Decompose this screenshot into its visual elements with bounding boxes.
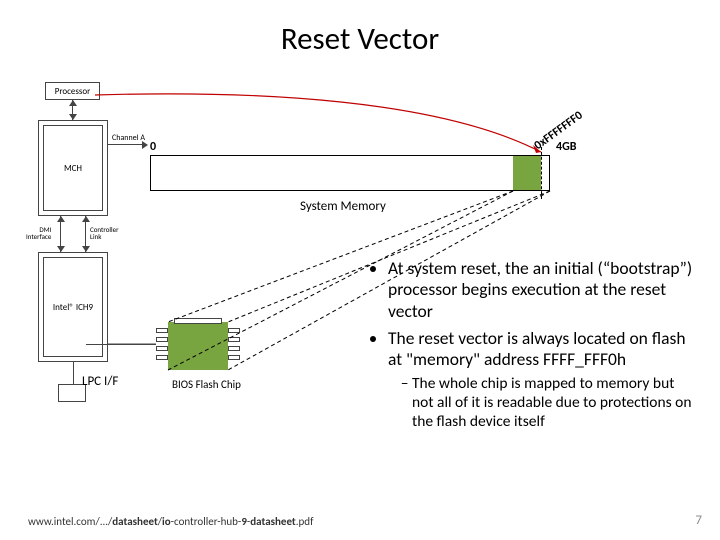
slide: Reset Vector Processor MCH Channel A DMI… (0, 0, 720, 540)
bios-chip-label: BIOS Flash Chip (172, 378, 241, 391)
page-number: 7 (695, 513, 702, 528)
slide-title: Reset Vector (0, 20, 720, 58)
reset-vector-tick (541, 147, 542, 199)
bios-flash-chip (168, 322, 228, 370)
ich9-box: Intel® ICH9 (38, 252, 108, 362)
mem-max-label: 4GB (556, 140, 576, 154)
bullet-2a: The whole chip is mapped to memory but n… (412, 375, 694, 432)
arrow-up (82, 216, 90, 222)
memory-bar (150, 155, 550, 191)
ctrl-link-label: Controller Link (90, 226, 119, 240)
chip-body (168, 322, 228, 370)
footer-citation: www.intel.com/.../datasheet/io-controlle… (28, 515, 313, 528)
bullet-2: The reset vector is always located on fl… (388, 328, 694, 431)
bullet-content: At system reset, the an initial (“bootst… (368, 258, 694, 437)
chip-pins-right (228, 328, 240, 364)
channel-a-label: Channel A (112, 133, 145, 143)
processor-box: Processor (45, 82, 100, 100)
memory-mapped-region (513, 155, 541, 191)
lpc-hline (86, 344, 156, 345)
arrow-up (69, 100, 77, 106)
lpc-label: LPC I/F (82, 374, 118, 389)
mem-zero-label: 0 (150, 140, 156, 154)
bullet-1: At system reset, the an initial (“bootst… (388, 258, 694, 322)
system-memory-label: System Memory (300, 199, 386, 214)
lpc-vline (73, 362, 74, 384)
chip-top (174, 318, 222, 324)
channel-a-line (108, 144, 146, 145)
chip-pins-left (156, 328, 168, 364)
dmi-label: DMI Interface (26, 226, 51, 240)
mch-box: MCH (38, 120, 108, 216)
bullet-2-text: The reset vector is always located on fl… (388, 327, 686, 370)
arrow-up (57, 216, 65, 222)
